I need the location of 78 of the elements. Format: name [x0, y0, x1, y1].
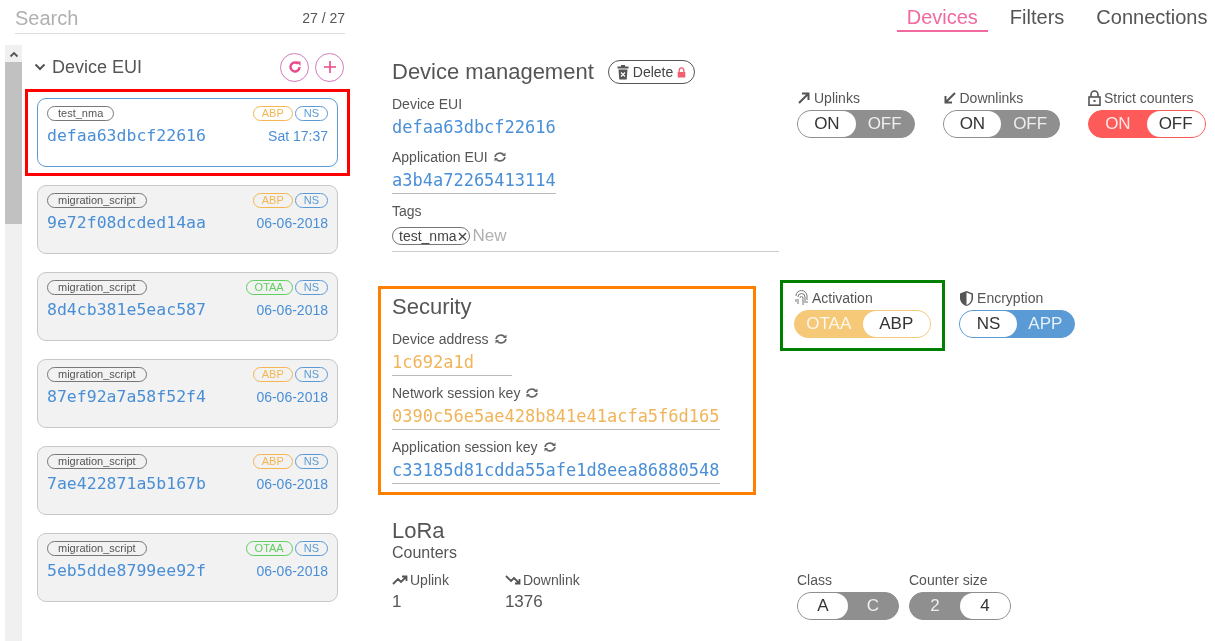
- section-title: LoRa: [392, 518, 445, 544]
- counter-value: 1376: [504, 592, 544, 612]
- switch-label: Encryption: [977, 290, 1044, 306]
- field-label: Network session key: [392, 385, 521, 401]
- toggle-switch[interactable]: ON OFF: [1088, 110, 1206, 138]
- plus-icon: [322, 60, 337, 74]
- device-card[interactable]: migration_script ABP NS 9e72f08dcded14aa 06-06-2018: [37, 185, 338, 254]
- device-date: Sat 17:37: [268, 128, 328, 144]
- result-count: 27 / 27: [302, 10, 345, 26]
- toggle-switch[interactable]: ON OFF: [942, 110, 1060, 138]
- fingerprint-icon: [794, 290, 809, 306]
- arrow-down-left-icon: [942, 91, 957, 105]
- toggle-switch[interactable]: ON OFF: [797, 110, 915, 138]
- switch-option[interactable]: ABP: [862, 311, 931, 337]
- field-label: Tags: [392, 203, 422, 219]
- section-title: Device management: [392, 59, 594, 85]
- counter-label: Uplink: [410, 572, 449, 588]
- trend-up-icon: [392, 575, 408, 585]
- toggle-switch[interactable]: A C: [797, 592, 899, 620]
- toggle-switch[interactable]: 2 4: [909, 592, 1011, 620]
- refresh-icon: [286, 59, 303, 75]
- switch-label: Strict counters: [1104, 90, 1194, 106]
- device-date: 06-06-2018: [256, 476, 328, 492]
- device-card[interactable]: test_nma ABP NS defaa63dbcf22616 Sat 17:37: [37, 98, 338, 167]
- device-eui: defaa63dbcf22616: [47, 126, 206, 145]
- switch-label: Downlinks: [959, 90, 1024, 106]
- device-date: 06-06-2018: [256, 389, 328, 405]
- switch-label: Uplinks: [814, 90, 860, 106]
- field-value: defaa63dbcf22616: [392, 116, 556, 139]
- switch-option[interactable]: 4: [960, 593, 1010, 619]
- switch-option[interactable]: NS: [960, 311, 1017, 337]
- delete-button[interactable]: Delete: [607, 60, 696, 84]
- section-title: Security: [392, 294, 472, 320]
- field-label: Application EUI: [392, 149, 488, 165]
- remove-button[interactable]: [456, 231, 467, 241]
- switch-option[interactable]: A: [798, 593, 848, 619]
- device-date: 06-06-2018: [256, 563, 328, 579]
- device-date: 06-06-2018: [256, 215, 328, 231]
- lock-icon: [1088, 90, 1101, 106]
- counter-label: Downlink: [522, 572, 580, 588]
- device-eui: 5eb5dde8799ee92f: [47, 561, 206, 580]
- refresh-button[interactable]: [280, 52, 309, 82]
- search-field[interactable]: Search: [15, 6, 303, 30]
- section-subtitle: Counters: [392, 544, 457, 561]
- trash-icon: [616, 64, 629, 80]
- lock-icon: [677, 66, 687, 78]
- field-label: Device EUI: [392, 96, 463, 112]
- switch-option[interactable]: ON: [798, 111, 856, 137]
- device-eui: 87ef92a7a58f52f4: [47, 387, 206, 406]
- tag-label: test_nma: [399, 228, 457, 244]
- switch-label: Counter size: [909, 572, 988, 588]
- trend-down-icon: [504, 575, 521, 585]
- counter-value: 1: [392, 592, 403, 612]
- field-label: Device address: [392, 331, 489, 347]
- caret-up-icon: [8, 50, 19, 58]
- list-heading: Device EUI: [52, 56, 143, 78]
- switch-label: Class: [797, 572, 832, 588]
- switch-label: Activation: [812, 290, 873, 306]
- toggle-switch[interactable]: NS APP: [959, 310, 1075, 338]
- device-eui: 7ae422871a5b167b: [47, 474, 206, 493]
- add-button[interactable]: [315, 52, 344, 82]
- field-label: Application session key: [392, 439, 538, 455]
- nav-tab[interactable]: Filters: [999, 0, 1075, 32]
- nav-tab[interactable]: Connections: [1086, 0, 1215, 32]
- switch-option[interactable]: OFF: [1146, 111, 1205, 137]
- scrollbar[interactable]: [5, 45, 22, 641]
- device-card[interactable]: migration_script ABP NS 7ae422871a5b167b 06-06-2018: [37, 446, 338, 515]
- toggle-switch[interactable]: OTAA ABP: [794, 310, 932, 338]
- device-eui: 8d4cb381e5eac587: [47, 300, 206, 319]
- device-date: 06-06-2018: [256, 302, 328, 318]
- device-eui: 9e72f08dcded14aa: [47, 213, 206, 232]
- close-icon: [457, 231, 467, 241]
- switch-option[interactable]: ON: [943, 111, 1002, 137]
- arrow-up-right-icon: [797, 91, 811, 105]
- shield-icon: [959, 289, 975, 307]
- device-card[interactable]: migration_script ABP NS 87ef92a7a58f52f4 06-06-2018: [37, 359, 338, 428]
- device-card[interactable]: migration_script OTAA NS 8d4cb381e5eac587 06-06-2018: [37, 272, 338, 341]
- device-card[interactable]: migration_script OTAA NS 5eb5dde8799ee92f 06-06-2018: [37, 533, 338, 602]
